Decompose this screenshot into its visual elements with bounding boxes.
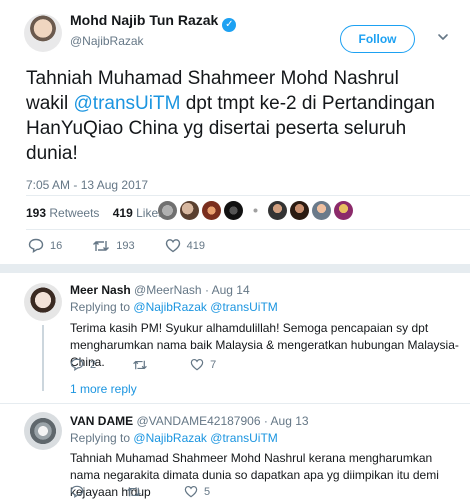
reply-author-name[interactable]: Meer Nash: [70, 283, 131, 297]
reply-icon: [28, 238, 44, 253]
author-name-text: Mohd Najib Tun Razak: [70, 12, 219, 28]
reply-action[interactable]: 16: [28, 238, 62, 253]
likers-avatars: [158, 201, 353, 220]
reply-author-handle[interactable]: @MeerNash: [134, 283, 202, 297]
like-count: 5: [204, 485, 211, 498]
reply-header: Meer Nash @MeerNash · Aug 14: [70, 283, 250, 297]
liker-avatar[interactable]: [202, 201, 221, 220]
retweet-action[interactable]: 193: [92, 238, 135, 253]
like-count: 7: [210, 358, 217, 371]
tweet-actions: 16 193 419: [28, 238, 235, 253]
retweet-icon: [93, 240, 110, 251]
tweet-timestamp[interactable]: 7:05 AM - 13 Aug 2017: [26, 178, 148, 192]
reply-date[interactable]: · Aug 14: [205, 283, 250, 297]
reply-avatar[interactable]: [24, 283, 62, 321]
like-action[interactable]: 419: [165, 238, 205, 253]
liker-avatar[interactable]: [312, 201, 331, 220]
retweet-action[interactable]: [132, 358, 154, 371]
liker-avatar[interactable]: [224, 201, 243, 220]
reply-author-name[interactable]: VAN DAME: [70, 414, 133, 428]
author-handle[interactable]: @NajibRazak: [70, 34, 144, 48]
replying-to: Replying to @NajibRazak @transUiTM: [70, 300, 278, 314]
liker-avatar[interactable]: [290, 201, 309, 220]
like-icon: [184, 485, 198, 498]
reply-count: 16: [50, 239, 63, 252]
tweet-text-wakil: wakil: [26, 93, 74, 114]
replying-to-mentions[interactable]: @NajibRazak @transUiTM: [133, 431, 277, 445]
divider: [26, 229, 470, 230]
retweet-icon: [127, 487, 141, 496]
author-name[interactable]: Mohd Najib Tun Razak ✓: [70, 12, 237, 32]
liker-avatar[interactable]: [246, 201, 265, 220]
main-tweet: Mohd Najib Tun Razak ✓ @NajibRazak Follow…: [0, 0, 470, 264]
reply-actions: 2 7: [70, 358, 252, 371]
reply-tweet[interactable]: Meer Nash @MeerNash · Aug 14 Replying to…: [0, 273, 470, 400]
follow-button[interactable]: Follow: [340, 25, 415, 53]
reply-tweet[interactable]: VAN DAME @VANDAME42187906 · Aug 13 Reply…: [0, 404, 470, 500]
liker-avatar[interactable]: [180, 201, 199, 220]
retweets-label: Retweets: [49, 206, 100, 220]
retweet-action[interactable]: [126, 485, 148, 498]
author-avatar[interactable]: [24, 14, 62, 52]
reply-action[interactable]: [70, 485, 90, 498]
tweet-mention-link[interactable]: @transUiTM: [74, 93, 181, 114]
like-action[interactable]: 7: [190, 358, 216, 371]
reply-icon: [70, 485, 84, 498]
engagement-stats: 193 Retweets 419 Likes: [26, 206, 164, 220]
like-count: 419: [186, 239, 205, 252]
chevron-down-icon[interactable]: [437, 31, 449, 43]
section-separator: [0, 264, 470, 273]
reply-count: 2: [90, 358, 97, 371]
like-icon: [190, 358, 204, 371]
reply-action[interactable]: 2: [70, 358, 96, 371]
tweet-text: Tahniah Muhamad Shahmeer Mohd Nashrul wa…: [26, 66, 456, 166]
liker-avatar[interactable]: [158, 201, 177, 220]
retweets-count: 193: [26, 206, 47, 220]
reply-actions: 5: [70, 485, 246, 498]
replying-to-mentions[interactable]: @NajibRazak @transUiTM: [133, 300, 277, 314]
reply-date[interactable]: · Aug 13: [264, 414, 309, 428]
likes-count: 419: [112, 206, 133, 220]
like-action[interactable]: 5: [184, 485, 210, 498]
reply-header: VAN DAME @VANDAME42187906 · Aug 13: [70, 414, 309, 428]
thread-line: [42, 325, 44, 391]
like-icon: [165, 239, 180, 253]
liker-avatar[interactable]: [334, 201, 353, 220]
reply-avatar[interactable]: [24, 412, 62, 450]
verified-badge-icon: ✓: [222, 18, 237, 32]
retweet-icon: [133, 360, 147, 369]
replying-to-label: Replying to: [70, 300, 131, 314]
likes-stat[interactable]: 419 Likes: [113, 206, 164, 220]
replying-to: Replying to @NajibRazak @transUiTM: [70, 431, 278, 445]
replying-to-label: Replying to: [70, 431, 131, 445]
more-replies-link[interactable]: 1 more reply: [70, 382, 137, 396]
liker-avatar[interactable]: [268, 201, 287, 220]
retweet-count: 193: [116, 239, 135, 252]
reply-author-handle[interactable]: @VANDAME42187906: [136, 414, 260, 428]
retweets-stat[interactable]: 193 Retweets: [26, 206, 99, 220]
divider: [26, 195, 470, 196]
tweet-text-line1: Tahniah Muhamad Shahmeer Mohd Nashrul: [26, 68, 399, 89]
reply-icon: [70, 358, 84, 371]
